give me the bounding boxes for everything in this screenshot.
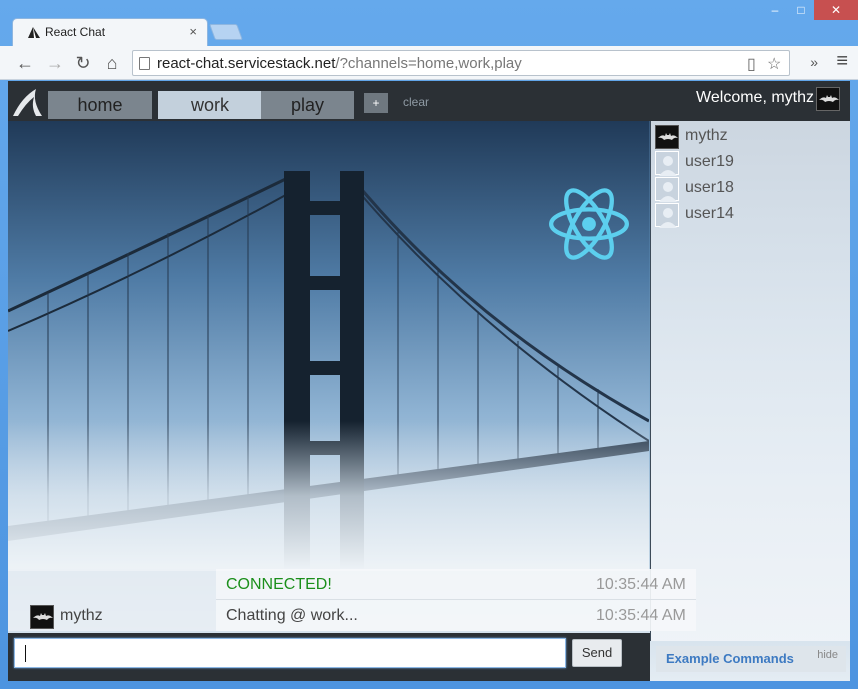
user-avatar bbox=[655, 151, 679, 176]
hide-commands-button[interactable]: hide bbox=[817, 649, 838, 661]
avatar[interactable] bbox=[816, 87, 840, 111]
channel-tab-play[interactable]: play bbox=[261, 91, 354, 119]
title-bar: React Chat × – □ ✕ bbox=[0, 0, 858, 46]
browser-window: React Chat × – □ ✕ ← → ↻ ⌂ react-chat.se… bbox=[0, 0, 858, 689]
user-avatar bbox=[655, 177, 679, 202]
channel-tab-home[interactable]: home bbox=[48, 91, 152, 119]
close-window-button[interactable]: ✕ bbox=[814, 0, 858, 20]
url-text: react-chat.servicestack.net/?channels=ho… bbox=[157, 55, 522, 72]
message-input[interactable] bbox=[14, 638, 566, 668]
user-item[interactable]: mythz bbox=[655, 124, 845, 149]
example-commands-link[interactable]: Example Commands bbox=[666, 651, 794, 666]
browser-toolbar: ← → ↻ ⌂ react-chat.servicestack.net/?cha… bbox=[0, 46, 858, 80]
url-path: /?channels=home,work,play bbox=[335, 55, 522, 72]
maximize-button[interactable]: □ bbox=[788, 0, 814, 20]
browser-tab[interactable]: React Chat × bbox=[12, 18, 208, 46]
reload-button[interactable]: ↻ bbox=[72, 52, 94, 74]
message-list: CONNECTED! 10:35:44 AM mythz Chatting @ … bbox=[8, 569, 696, 633]
user-item[interactable]: user19 bbox=[655, 150, 845, 176]
servicestack-logo-icon bbox=[28, 27, 40, 38]
minimize-button[interactable]: – bbox=[762, 0, 788, 20]
page-icon bbox=[139, 57, 150, 70]
browser-menu-icon[interactable]: ≡ bbox=[836, 50, 848, 73]
user-item[interactable]: user14 bbox=[655, 202, 845, 228]
user-name: user19 bbox=[685, 153, 734, 170]
send-button[interactable]: Send bbox=[572, 639, 622, 667]
user-item[interactable]: user18 bbox=[655, 176, 845, 202]
default-user-icon bbox=[659, 156, 677, 176]
tab-title: React Chat bbox=[45, 25, 106, 39]
message-avatar[interactable] bbox=[30, 605, 54, 629]
message-text: Chatting @ work... bbox=[226, 607, 358, 624]
user-avatar bbox=[655, 203, 679, 228]
user-name: user18 bbox=[685, 179, 734, 196]
tab-close-icon[interactable]: × bbox=[189, 24, 197, 39]
welcome-text: Welcome, mythz bbox=[696, 89, 814, 106]
reader-mode-icon[interactable]: ▯ bbox=[747, 54, 756, 74]
channel-tab-work[interactable]: work bbox=[158, 91, 262, 119]
batman-avatar-icon bbox=[33, 613, 53, 620]
message-text: CONNECTED! bbox=[226, 576, 332, 593]
users-panel: mythz user19 user18 user14 bbox=[650, 121, 850, 641]
add-channel-button[interactable]: + bbox=[364, 93, 388, 113]
message-time: 10:35:44 AM bbox=[596, 576, 686, 593]
default-user-icon bbox=[659, 208, 677, 228]
forward-button[interactable]: → bbox=[44, 52, 66, 74]
chat-header: home work play + clear Welcome, mythz bbox=[8, 81, 850, 121]
message-time: 10:35:44 AM bbox=[596, 607, 686, 624]
text-caret bbox=[25, 645, 26, 662]
composer-bar: Send bbox=[8, 633, 650, 681]
extensions-overflow-icon[interactable]: » bbox=[810, 54, 818, 70]
user-name: mythz bbox=[685, 127, 728, 144]
clear-button[interactable]: clear bbox=[403, 95, 429, 109]
chat-app: home work play + clear Welcome, mythz my… bbox=[8, 81, 850, 681]
user-name: user14 bbox=[685, 205, 734, 222]
home-button[interactable]: ⌂ bbox=[101, 52, 123, 74]
batman-avatar-icon bbox=[658, 133, 678, 140]
url-host: react-chat.servicestack.net bbox=[157, 55, 336, 72]
address-bar[interactable]: react-chat.servicestack.net/?channels=ho… bbox=[132, 50, 790, 76]
back-button[interactable]: ← bbox=[14, 52, 36, 74]
servicestack-logo-icon[interactable] bbox=[12, 87, 44, 117]
default-user-icon bbox=[659, 182, 677, 202]
message-item: mythz Chatting @ work... 10:35:44 AM bbox=[8, 600, 696, 631]
react-logo-icon bbox=[549, 188, 629, 260]
bookmark-star-icon[interactable]: ☆ bbox=[767, 54, 781, 74]
new-tab-button[interactable] bbox=[209, 24, 243, 40]
batman-avatar-icon bbox=[819, 95, 839, 102]
message-user[interactable]: mythz bbox=[60, 607, 103, 625]
commands-bar: Example Commands hide bbox=[656, 646, 846, 672]
message-item: CONNECTED! 10:35:44 AM bbox=[8, 569, 696, 600]
user-avatar bbox=[655, 125, 679, 149]
window-controls: – □ ✕ bbox=[762, 0, 858, 22]
